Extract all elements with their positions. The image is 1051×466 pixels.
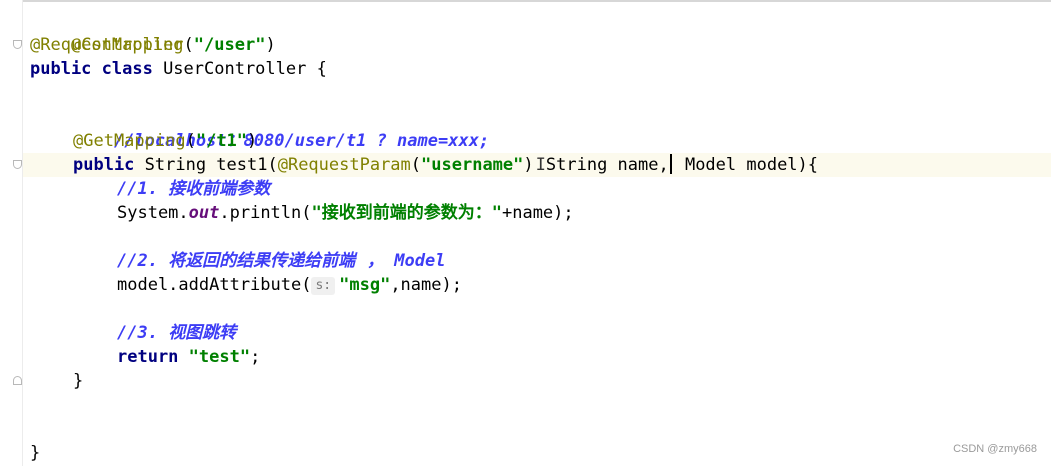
code-line-16[interactable]: } xyxy=(73,369,83,393)
comment-step-3-prefix: //3. xyxy=(117,323,169,343)
keyword-return: return xyxy=(117,347,179,367)
semicolon: ; xyxy=(250,347,261,367)
annotation-request-mapping: @RequestMapping xyxy=(30,35,184,55)
comment-step-2-text: 将返回的结果传递给前端 ， xyxy=(168,251,385,271)
watermark: CSDN @zmy668 xyxy=(953,443,1037,455)
code-line-6[interactable]: @GetMapping("/t1") xyxy=(73,129,257,153)
comment-step-2-prefix: //2. xyxy=(117,251,169,271)
comment-step-3-text: 视图跳转 xyxy=(168,323,237,343)
string-username: "username" xyxy=(421,155,524,175)
param-name: String name, xyxy=(545,155,669,175)
class-close-brace: } xyxy=(30,443,41,463)
field-out: out xyxy=(188,203,220,223)
code-line-3[interactable]: public class UserController { xyxy=(30,57,327,81)
code-line-15[interactable]: return "test"; xyxy=(117,345,260,369)
system-class: System. xyxy=(117,203,189,223)
comment-step-2-suffix: Model xyxy=(384,251,446,271)
string-t1-path: "/t1" xyxy=(195,131,248,151)
concat-name: +name); xyxy=(501,203,574,223)
fold-start-method-icon[interactable] xyxy=(13,160,22,169)
editor-gutter xyxy=(0,0,22,466)
paren-close: ) xyxy=(265,35,276,55)
string-user-path: "/user" xyxy=(193,35,266,55)
add-attribute-call: model.addAttribute( xyxy=(117,275,312,295)
param-model: Model model){ xyxy=(674,155,819,175)
paren-close: ) xyxy=(247,131,258,151)
println-call: .println( xyxy=(219,203,312,223)
code-line-19[interactable]: } xyxy=(30,441,40,465)
parameter-hint: s: xyxy=(311,277,336,295)
mouse-ibeam-icon: I xyxy=(535,155,546,175)
annotation-request-param: @RequestParam xyxy=(277,155,411,175)
code-line-1[interactable]: @Controller xyxy=(30,9,184,55)
paren-open: ( xyxy=(410,155,422,175)
arg-name: ,name); xyxy=(390,275,462,295)
gutter-separator xyxy=(22,0,23,466)
text-caret xyxy=(669,154,672,174)
code-line-5[interactable]: //localhost：8080/user/t1 ? name=xxx; xyxy=(73,105,489,151)
code-line-9[interactable]: System.out.println("接收到前端的参数为："+name); xyxy=(117,201,574,225)
paren-close: ) xyxy=(523,155,534,175)
code-line-12[interactable]: model.addAttribute(s: "msg",name); xyxy=(117,273,462,297)
code-line-11[interactable]: //2. 将返回的结果传递给前端 ， Model xyxy=(117,249,445,273)
editor-top-border xyxy=(0,0,1051,2)
fold-start-class-icon[interactable] xyxy=(13,40,22,49)
annotation-get-mapping: @GetMapping xyxy=(73,131,186,151)
keyword-public-class: public class xyxy=(30,59,153,79)
paren-open: ( xyxy=(185,131,196,151)
string-msg: "msg" xyxy=(339,275,391,295)
fold-end-method-icon[interactable] xyxy=(13,376,22,385)
code-editor[interactable]: @Controller @RequestMapping("/user") pub… xyxy=(0,0,1051,466)
string-test: "test" xyxy=(188,347,251,367)
keyword-public: public xyxy=(73,155,135,175)
code-line-2[interactable]: @RequestMapping("/user") xyxy=(30,33,276,57)
code-line-8[interactable]: //1. 接收前端参数 xyxy=(117,177,270,201)
method-signature: String test1( xyxy=(134,155,278,175)
paren-open: ( xyxy=(183,35,194,55)
string-received-param: "接收到前端的参数为：" xyxy=(311,203,502,223)
class-name: UserController { xyxy=(152,59,327,79)
method-close-brace: } xyxy=(73,371,84,391)
comment-step-1-text: 接收前端参数 xyxy=(168,179,271,199)
code-line-7[interactable]: public String test1(@RequestParam("usern… xyxy=(73,153,818,177)
comment-step-1-prefix: //1. xyxy=(117,179,169,199)
code-line-14[interactable]: //3. 视图跳转 xyxy=(117,321,236,345)
